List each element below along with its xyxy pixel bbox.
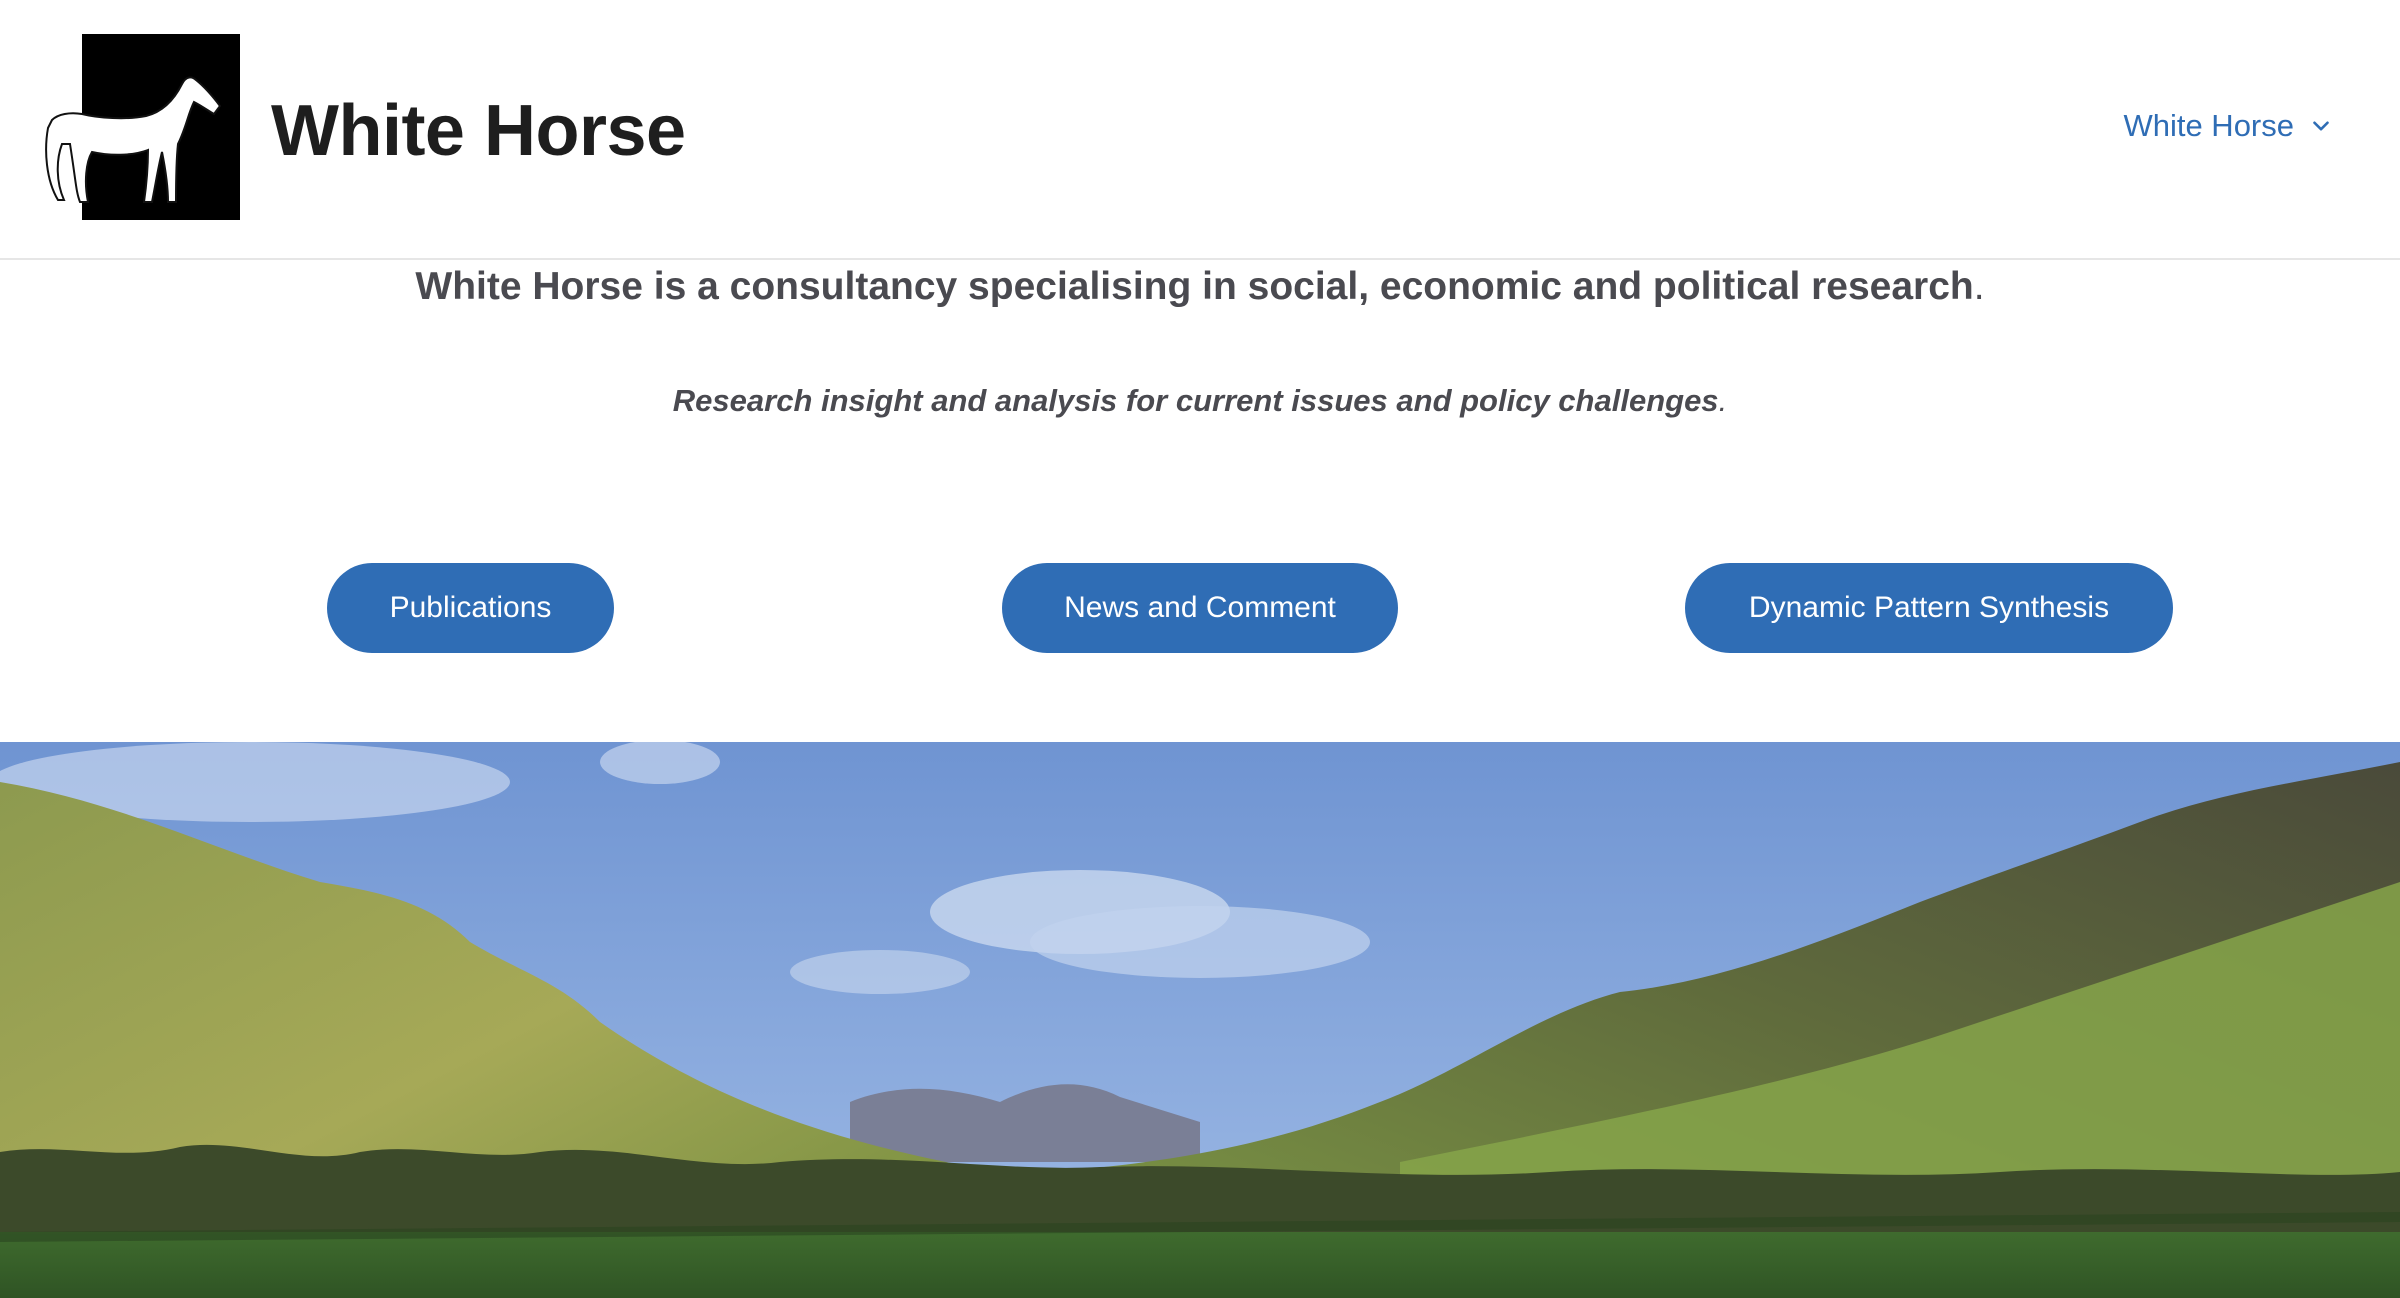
intro-text: White Horse is a consultancy specialisin… (415, 265, 1974, 308)
dynamic-pattern-synthesis-button[interactable]: Dynamic Pattern Synthesis (1685, 563, 2173, 653)
publications-button[interactable]: Publications (327, 563, 614, 653)
nav-menu-label[interactable]: White Horse (2123, 108, 2294, 144)
page: White Horse White Horse White Horse is a… (0, 0, 2400, 1298)
chevron-down-icon[interactable] (2308, 113, 2334, 139)
tagline-text: Research insight and analysis for curren… (672, 383, 1719, 418)
news-and-comment-button[interactable]: News and Comment (1002, 563, 1398, 653)
tagline-period: . (1718, 383, 1728, 418)
white-horse-logo-icon[interactable] (36, 32, 242, 222)
site-header: White Horse White Horse (0, 0, 2400, 260)
intro-period: . (1973, 265, 1985, 308)
hero-landscape-image (0, 742, 2400, 1298)
site-title[interactable]: White Horse (271, 88, 686, 174)
tagline: Research insight and analysis for curren… (0, 382, 2400, 420)
nav-menu-white-horse[interactable]: White Horse (2123, 108, 2334, 144)
intro-heading: White Horse is a consultancy specialisin… (0, 264, 2400, 310)
mountain-valley-landscape-image (0, 742, 2400, 1298)
